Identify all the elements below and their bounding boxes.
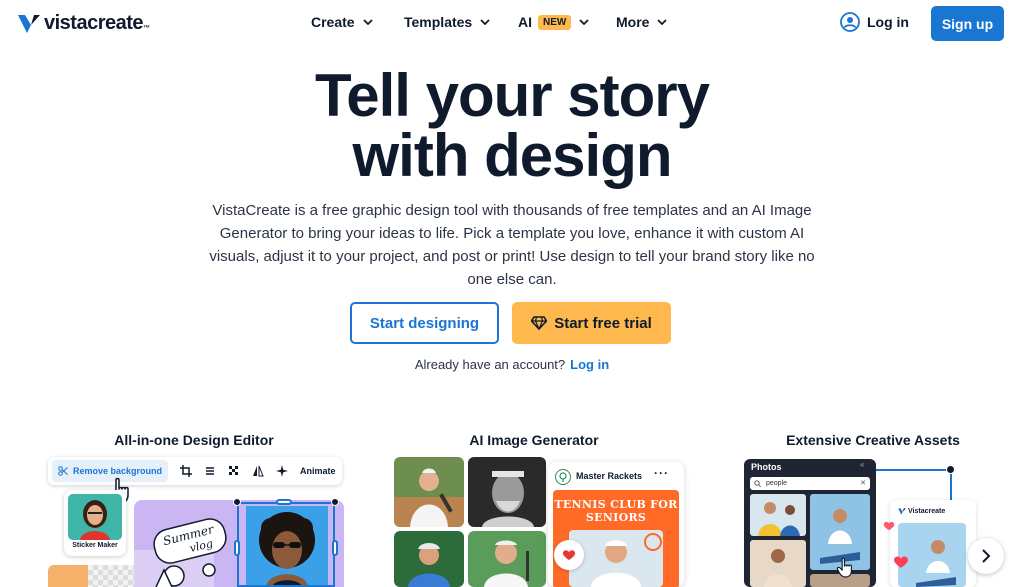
ai-photo-smiling-senior [468, 531, 546, 587]
ai-photo-senior-man [468, 457, 546, 527]
collapse-icon[interactable]: « [860, 460, 864, 469]
feature-title-assets: Extensive Creative Assets [786, 432, 960, 448]
brand-post-card[interactable]: Vistacreate [890, 500, 976, 587]
post-account-name: Master Rackets [576, 471, 643, 481]
clear-icon[interactable]: ✕ [860, 477, 866, 490]
heart-icon [894, 556, 908, 568]
post-image: TENNIS CLUB FOR SENIORS [553, 490, 679, 587]
summer-vlog-sticker: Summer vlog [153, 518, 227, 564]
feature-title-ai: AI Image Generator [469, 432, 599, 448]
hero-title: Tell your story with design [0, 66, 1024, 186]
start-free-trial-label: Start free trial [554, 314, 652, 332]
ai-photo-man-cap [394, 531, 464, 587]
new-badge: NEW [538, 14, 572, 30]
post-photo [569, 530, 663, 587]
nav-ai-label: AI [518, 14, 532, 30]
start-free-trial-button[interactable]: Start free trial [512, 302, 671, 344]
account-prompt: Already have an account? Log in [0, 357, 1024, 372]
hero-subtitle: VistaCreate is a free graphic design too… [209, 202, 815, 288]
nav-templates[interactable]: Templates [404, 14, 490, 30]
photos-search-input[interactable]: people ✕ [750, 477, 870, 490]
nav-more-label: More [616, 14, 650, 30]
hero-login-link[interactable]: Log in [570, 357, 609, 372]
nav-ai[interactable]: AI NEW [518, 14, 589, 30]
brand-post-logo: Vistacreate [898, 508, 945, 515]
scissors-icon [58, 466, 68, 476]
login-label: Log in [867, 14, 909, 30]
start-designing-button[interactable]: Start designing [350, 302, 499, 344]
carousel-next-button[interactable] [968, 538, 1004, 574]
sticker-maker-card[interactable]: Sticker Maker [64, 490, 126, 556]
diamond-icon [531, 316, 548, 330]
crop-icon[interactable] [180, 465, 193, 477]
woman-sticker-image [68, 494, 122, 540]
pointer-hand-icon [836, 557, 852, 578]
flip-icon[interactable] [252, 465, 264, 477]
connector-line [876, 469, 950, 471]
account-prompt-text: Already have an account? [414, 357, 566, 372]
login-link[interactable]: Log in [840, 12, 909, 32]
editor-toolbar: Remove background Animate [48, 457, 342, 485]
transparency-icon[interactable] [228, 465, 240, 477]
user-circle-icon [840, 12, 860, 32]
resize-handle[interactable] [276, 499, 292, 505]
chevron-down-icon [362, 19, 373, 25]
brand-post-label: Vistacreate [908, 508, 946, 515]
sticker-photo [68, 494, 122, 540]
hero-title-line-2: with design [352, 122, 673, 189]
racket-icon [559, 472, 567, 482]
resize-handle[interactable] [234, 540, 240, 556]
feature-title-editor: All-in-one Design Editor [114, 432, 274, 448]
stock-photo[interactable] [750, 494, 806, 536]
selection-box[interactable] [237, 502, 335, 587]
nav-templates-label: Templates [404, 14, 473, 30]
top-navigation-bar: vistacreate ™ Create Templates AI NEW Mor… [0, 0, 1024, 48]
hero-title-line-1: Tell your story [315, 62, 710, 129]
stock-photo[interactable] [750, 540, 806, 587]
photos-panel: Photos « people ✕ [744, 459, 876, 587]
chevron-down-icon [480, 19, 490, 25]
nav-create[interactable]: Create [311, 14, 373, 30]
like-heart-button[interactable] [554, 540, 584, 570]
resize-handle[interactable] [331, 498, 339, 506]
nav-create-label: Create [311, 14, 355, 30]
ai-photo-tennis-player [394, 457, 464, 527]
signup-button[interactable]: Sign up [931, 6, 1004, 41]
photos-search-value: people [766, 480, 788, 487]
sticker-maker-label: Sticker Maker [72, 542, 118, 549]
orange-shape [48, 565, 88, 587]
connector-dot [946, 465, 955, 474]
search-icon [754, 480, 761, 487]
chevron-down-icon [657, 19, 668, 25]
vistacreate-logo-icon [898, 508, 906, 515]
heart-icon [562, 550, 576, 560]
chevron-right-icon [982, 549, 991, 563]
chevron-down-icon [579, 19, 589, 25]
more-options-icon[interactable]: ··· [654, 466, 669, 480]
photos-panel-title: Photos [751, 462, 782, 472]
resize-handle[interactable] [332, 540, 338, 556]
nav-more[interactable]: More [616, 14, 668, 30]
remove-background-label: Remove background [73, 466, 163, 476]
account-avatar [555, 469, 571, 485]
heart-icon [883, 521, 895, 531]
sparkle-icon[interactable] [276, 465, 289, 477]
animate-button[interactable]: Animate [300, 466, 336, 476]
resize-handle[interactable] [233, 498, 241, 506]
align-icon[interactable] [204, 465, 216, 477]
